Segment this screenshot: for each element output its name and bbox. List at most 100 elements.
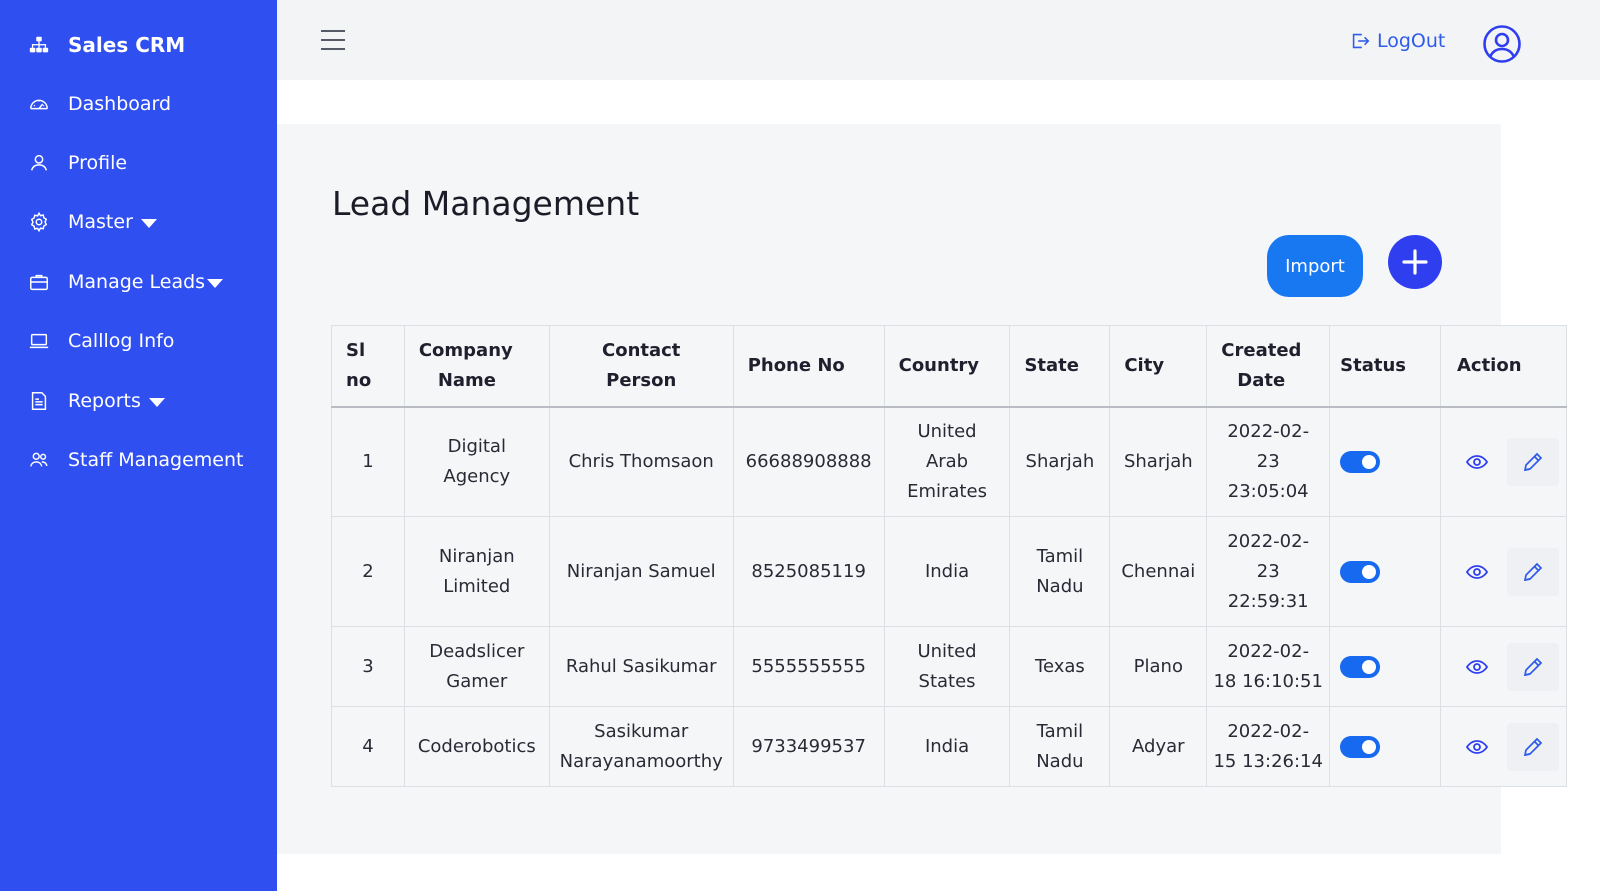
cell-city: Plano <box>1109 626 1208 707</box>
cell-state: Tamil Nadu <box>1009 516 1111 627</box>
import-button[interactable]: Import <box>1267 235 1363 297</box>
cell-city: Adyar <box>1109 706 1208 787</box>
cell-country: India <box>883 706 1011 787</box>
cell-text: Sasikumar <box>594 720 689 742</box>
pencil-icon <box>1523 562 1543 581</box>
cell-text: United <box>917 420 977 442</box>
eye-icon <box>1465 659 1489 674</box>
status-toggle[interactable] <box>1340 560 1381 583</box>
page-title: Lead Management <box>332 184 640 223</box>
logout-link[interactable]: LogOut <box>1349 26 1445 56</box>
cell-action <box>1439 706 1568 787</box>
brand[interactable]: Sales CRM <box>28 30 185 60</box>
view-button[interactable] <box>1455 645 1499 689</box>
sitemap-icon <box>28 34 50 56</box>
cell-contact: Rahul Sasikumar <box>548 626 734 707</box>
sidebar-item-manage-leads[interactable]: Manage Leads <box>28 267 224 297</box>
sidebar-item-label: Reports <box>68 390 141 412</box>
cell-text: 22:59:31 <box>1227 590 1309 612</box>
cell-status <box>1329 406 1441 517</box>
pencil-icon <box>1523 737 1543 756</box>
cell-phone: 5555555555 <box>732 626 885 707</box>
edit-button[interactable] <box>1506 722 1559 771</box>
status-toggle[interactable] <box>1340 735 1381 758</box>
cell-status <box>1329 516 1441 627</box>
edit-button[interactable] <box>1506 642 1559 691</box>
header-text: Name <box>437 369 497 391</box>
leads-table: Sl no Company Name Contact Person Phone No … <box>331 325 1568 787</box>
cell-action <box>1439 406 1568 517</box>
sidebar-item-staff-management[interactable]: Staff Management <box>28 445 243 475</box>
table-row: 3 Deadslicer Gamer Rahul Sasikumar 555555… <box>331 626 1568 707</box>
cell-state: Tamil Nadu <box>1009 706 1111 787</box>
cell-text: Nadu <box>1036 750 1084 772</box>
cell-text: Deadslicer <box>429 640 525 662</box>
cell-state: Texas <box>1009 626 1111 707</box>
cell-text: Gamer <box>446 670 508 692</box>
view-button[interactable] <box>1455 550 1499 594</box>
sidebar-item-label: Staff Management <box>68 449 244 471</box>
sidebar-item-dashboard[interactable]: Dashboard <box>28 89 171 119</box>
cell-text: States <box>918 670 976 692</box>
cell-country: United Arab Emirates <box>883 406 1011 517</box>
table-row: 1 Digital Agency Chris Thomsaon 666889088… <box>331 406 1568 517</box>
col-header-phone-no[interactable]: Phone No <box>732 325 885 408</box>
cell-phone: 9733499537 <box>732 706 885 787</box>
sidebar-item-label: Calllog Info <box>68 330 175 352</box>
edit-button[interactable] <box>1506 437 1559 486</box>
topbar: LogOut <box>277 0 1600 80</box>
cell-city: Chennai <box>1109 516 1208 627</box>
cell-company: Coderobotics <box>403 706 550 787</box>
add-lead-button[interactable] <box>1388 235 1442 289</box>
col-header-state[interactable]: State <box>1009 325 1111 408</box>
cell-text: 23 <box>1256 450 1280 472</box>
sidebar-item-label: Profile <box>68 152 128 174</box>
user-circle-icon[interactable] <box>1482 24 1522 64</box>
cell-company: Niranjan Limited <box>403 516 550 627</box>
cell-phone: 66688908888 <box>732 406 885 517</box>
cell-contact: Niranjan Samuel <box>548 516 734 627</box>
cell-text: 18 16:10:51 <box>1213 670 1323 692</box>
status-toggle[interactable] <box>1340 450 1381 473</box>
view-button[interactable] <box>1455 440 1499 484</box>
logout-label: LogOut <box>1377 30 1446 52</box>
cell-text: 2022-02- <box>1227 530 1310 552</box>
col-header-city[interactable]: City <box>1109 325 1208 408</box>
col-header-country[interactable]: Country <box>883 325 1011 408</box>
sidebar-item-calllog-info[interactable]: Calllog Info <box>28 326 174 356</box>
col-header-status[interactable]: Status <box>1329 325 1441 408</box>
cell-text: Tamil <box>1036 720 1084 742</box>
edit-button[interactable] <box>1506 547 1559 596</box>
cell-text: 2022-02- <box>1227 720 1310 742</box>
view-button[interactable] <box>1455 725 1499 769</box>
cell-country: India <box>883 516 1011 627</box>
col-header-contact-person[interactable]: Contact Person <box>548 325 734 408</box>
laptop-icon <box>28 330 50 352</box>
gauge-icon <box>28 93 50 115</box>
sidebar-item-profile[interactable]: Profile <box>28 148 127 178</box>
col-header-company-name[interactable]: Company Name <box>403 325 550 408</box>
col-header-sl-no[interactable]: Sl no <box>331 325 405 408</box>
status-toggle[interactable] <box>1340 655 1381 678</box>
header-text: Company <box>418 339 513 361</box>
report-icon <box>28 390 50 412</box>
toggle-knob <box>1362 454 1377 469</box>
table-header-row: Sl no Company Name Contact Person Phone No … <box>331 325 1568 408</box>
cell-city: Sharjah <box>1109 406 1208 517</box>
sidebar-item-master[interactable]: Master <box>28 207 157 237</box>
sidebar-item-label: Master <box>68 211 133 233</box>
sidebar-item-reports[interactable]: Reports <box>28 386 165 416</box>
users-icon <box>28 449 50 471</box>
cell-sl-no: 4 <box>331 706 405 787</box>
cell-action <box>1439 516 1568 627</box>
cell-contact: Chris Thomsaon <box>548 406 734 517</box>
cell-text: Emirates <box>907 480 987 502</box>
gear-icon <box>28 211 50 233</box>
col-header-created-date[interactable]: Created Date <box>1206 325 1331 408</box>
col-header-action[interactable]: Action <box>1439 325 1568 408</box>
briefcase-icon <box>28 271 50 293</box>
hamburger-menu-icon[interactable] <box>321 30 345 50</box>
cell-text: 23 <box>1256 560 1280 582</box>
cell-company: Digital Agency <box>403 406 550 517</box>
cell-text: Limited <box>443 575 511 597</box>
